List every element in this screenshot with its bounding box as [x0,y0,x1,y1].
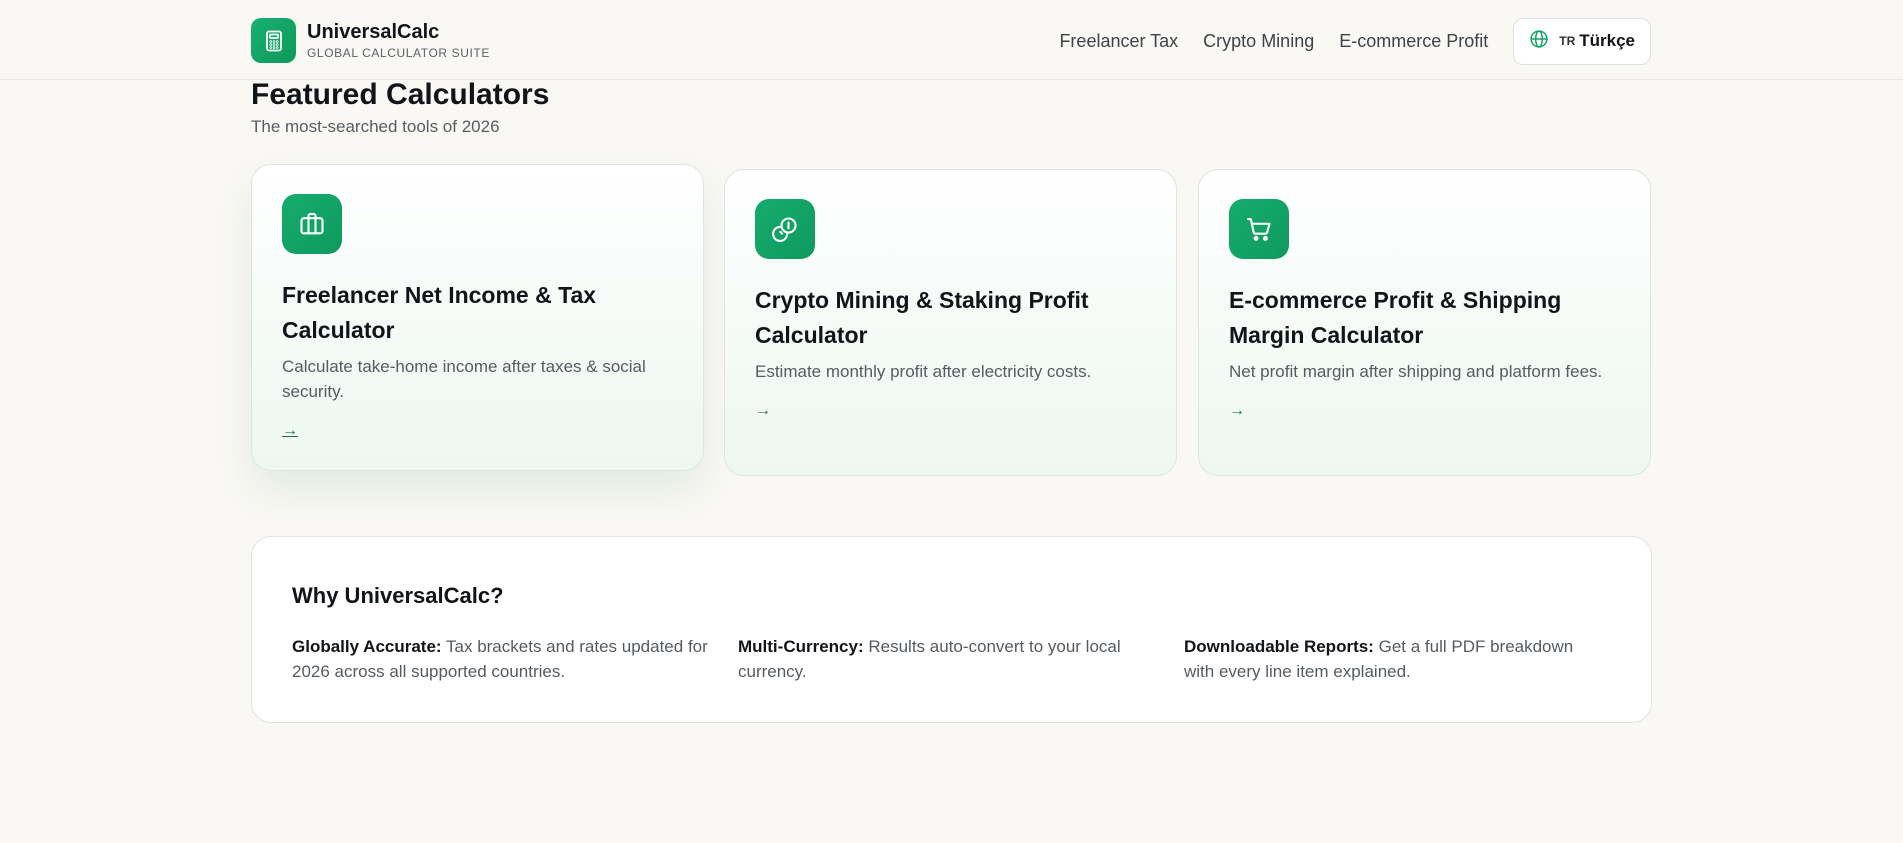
why-item-heading: Downloadable Reports: [1184,637,1374,656]
why-section: Why UniversalCalc? Globally Accurate: Ta… [251,536,1652,723]
card-title: Crypto Mining & Staking Profit Calculato… [755,287,1089,348]
nav-link-ecommerce-profit[interactable]: E-commerce Profit [1339,17,1488,65]
card-arrow-link[interactable]: → [1229,402,1245,420]
brand-name: UniversalCalc [307,21,440,43]
main-nav: Freelancer Tax Crypto Mining E-commerce … [1059,17,1651,65]
calculator-card-freelancer[interactable]: Freelancer Net Income & Tax Calculator C… [251,164,704,471]
card-title: Freelancer Net Income & Tax Calculator [282,282,597,343]
why-item-accuracy: Globally Accurate: Tax brackets and rate… [292,634,712,684]
cart-icon [1229,199,1289,259]
card-description: Net profit margin after shipping and pla… [1229,362,1603,381]
featured-title: Featured Calculators [251,78,550,111]
brand-tagline: GLOBAL CALCULATOR SUITE [307,46,490,60]
nav-link-freelancer-tax[interactable]: Freelancer Tax [1059,17,1178,65]
globe-icon [1529,29,1549,54]
card-title: E-commerce Profit & Shipping Margin Calc… [1229,287,1562,348]
why-item-reports: Downloadable Reports: Get a full PDF bre… [1184,634,1604,684]
calculator-card-ecommerce[interactable]: E-commerce Profit & Shipping Margin Calc… [1198,169,1651,476]
card-description: Estimate monthly profit after electricit… [755,362,1092,381]
language-label: Türkçe [1579,31,1635,50]
card-arrow-link[interactable]: → [282,422,298,440]
why-item-heading: Multi-Currency: [738,637,864,656]
why-title: Why UniversalCalc? [292,583,504,608]
brand[interactable]: UniversalCalc GLOBAL CALCULATOR SUITE [251,18,490,63]
why-item-currency: Multi-Currency: Results auto-convert to … [738,634,1158,684]
calculator-card-crypto[interactable]: Crypto Mining & Staking Profit Calculato… [724,169,1177,476]
nav-link-crypto-mining[interactable]: Crypto Mining [1203,17,1314,65]
briefcase-icon [282,194,342,254]
featured-subtitle: The most-searched tools of 2026 [251,117,500,136]
card-arrow-link[interactable]: → [755,402,771,420]
site-header: UniversalCalc GLOBAL CALCULATOR SUITE Fr… [0,0,1903,80]
language-code: TR [1559,34,1576,48]
calculator-icon [251,18,296,63]
card-description: Calculate take-home income after taxes &… [282,357,646,401]
coins-icon [755,199,815,259]
language-selector[interactable]: TR Türkçe [1513,17,1651,65]
why-item-heading: Globally Accurate: [292,637,442,656]
